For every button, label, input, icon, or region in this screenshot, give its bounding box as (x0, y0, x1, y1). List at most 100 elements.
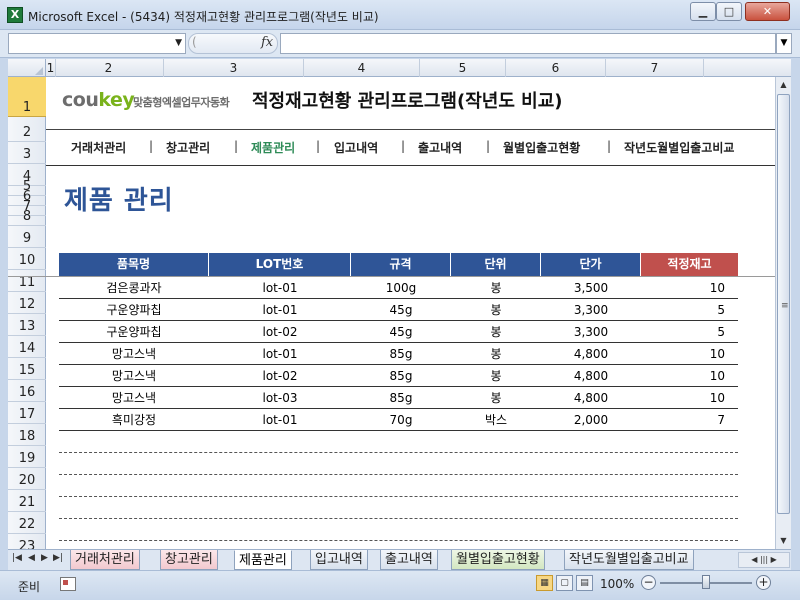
nav-item[interactable]: 제품관리 (251, 139, 295, 156)
table-cell[interactable]: 7 (641, 409, 738, 430)
table-cell[interactable]: 4,800 (541, 365, 641, 386)
column-header[interactable]: 3 (164, 59, 304, 77)
empty-table-row[interactable] (59, 475, 738, 497)
empty-table-row[interactable] (59, 453, 738, 475)
table-row[interactable]: 망고스낵 lot-02 85g 봉 4,800 10 (59, 365, 738, 387)
nav-item[interactable]: 월별입출고현황 (503, 139, 580, 156)
table-cell[interactable]: 검은콩과자 (59, 277, 209, 298)
table-cell[interactable]: 85g (351, 387, 451, 408)
table-cell[interactable]: 70g (351, 409, 451, 430)
row-header[interactable]: 17 (8, 402, 46, 424)
row-header[interactable]: 9 (8, 226, 46, 248)
insert-function-button[interactable]: fx (261, 35, 273, 50)
table-cell[interactable]: 2,000 (541, 409, 641, 430)
table-header-cell[interactable]: 단가 (541, 253, 641, 276)
empty-table-row[interactable] (59, 519, 738, 541)
sheet-tab[interactable]: 제품관리 (234, 550, 292, 570)
table-header-cell[interactable]: LOT번호 (209, 253, 351, 276)
nav-item[interactable]: 창고관리 (166, 139, 210, 156)
table-cell[interactable]: 봉 (451, 387, 541, 408)
scrollbar-thumb[interactable]: ≡ (777, 94, 790, 514)
table-cell[interactable]: 박스 (451, 409, 541, 430)
table-cell[interactable]: 망고스낵 (59, 387, 209, 408)
row-header[interactable]: 22 (8, 512, 46, 534)
minimize-button[interactable]: ▁ (690, 2, 716, 21)
nav-item[interactable]: 작년도월별입출고비교 (624, 139, 734, 156)
table-header-cell[interactable]: 적정재고 (641, 253, 738, 276)
macro-record-icon[interactable] (60, 577, 76, 591)
column-header[interactable]: 4 (304, 59, 420, 77)
row-header[interactable]: 12 (8, 292, 46, 314)
table-cell[interactable]: 구운양파칩 (59, 299, 209, 320)
next-sheet-icon[interactable]: ▶ (41, 553, 48, 563)
formula-input[interactable] (280, 33, 776, 54)
table-cell[interactable]: 5 (641, 299, 738, 320)
table-row[interactable]: 망고스낵 lot-01 85g 봉 4,800 10 (59, 343, 738, 365)
table-cell[interactable]: 구운양파칩 (59, 321, 209, 342)
zoom-out-button[interactable]: − (641, 575, 656, 590)
zoom-level[interactable]: 100% (600, 577, 634, 591)
table-cell[interactable]: 봉 (451, 299, 541, 320)
table-cell[interactable]: 봉 (451, 343, 541, 364)
row-header[interactable]: 8 (8, 209, 46, 226)
table-header-cell[interactable]: 단위 (451, 253, 541, 276)
zoom-slider-thumb[interactable] (702, 575, 710, 589)
excel-app-icon[interactable]: X (7, 7, 23, 23)
sheet-tab[interactable]: 입고내역 (310, 550, 368, 570)
table-cell[interactable]: 봉 (451, 365, 541, 386)
scroll-down-icon[interactable]: ▼ (776, 533, 791, 549)
chevron-down-icon[interactable]: ▼ (175, 38, 182, 48)
table-cell[interactable]: 4,800 (541, 343, 641, 364)
table-cell[interactable]: 망고스낵 (59, 365, 209, 386)
prev-sheet-icon[interactable]: ◀ (28, 553, 35, 563)
horizontal-scrollbar[interactable]: ◀ ||| ▶ (738, 552, 790, 568)
row-header[interactable]: 13 (8, 314, 46, 336)
table-cell[interactable]: 3,300 (541, 299, 641, 320)
table-cell[interactable]: 10 (641, 343, 738, 364)
nav-item[interactable]: 출고내역 (418, 139, 462, 156)
empty-table-row[interactable] (59, 541, 738, 549)
expand-formula-bar-button[interactable]: ▼ (776, 33, 792, 54)
table-row[interactable]: 구운양파칩 lot-01 45g 봉 3,300 5 (59, 299, 738, 321)
row-header[interactable]: 20 (8, 468, 46, 490)
table-cell[interactable]: lot-02 (209, 365, 351, 386)
sheet-tab[interactable]: 출고내역 (380, 550, 438, 570)
vertical-scrollbar[interactable]: ▲ ≡ ▼ (775, 77, 791, 549)
nav-item[interactable]: 입고내역 (334, 139, 378, 156)
table-cell[interactable]: 10 (641, 365, 738, 386)
table-cell[interactable]: lot-01 (209, 343, 351, 364)
row-header[interactable]: 2 (8, 117, 46, 142)
sheet-tab[interactable]: 작년도월별입출고비교 (564, 550, 694, 570)
zoom-in-button[interactable]: + (756, 575, 771, 590)
column-header[interactable]: 5 (420, 59, 506, 77)
cell-area[interactable]: coukey 맞춤형엑셀업무자동화 적정재고현황 관리프로그램(작년도 비교) … (8, 77, 791, 549)
table-cell[interactable]: 5 (641, 321, 738, 342)
collapse-icon[interactable]: ( (192, 35, 197, 49)
table-cell[interactable]: lot-01 (209, 409, 351, 430)
row-header[interactable]: 11 (8, 270, 46, 292)
table-cell[interactable]: lot-02 (209, 321, 351, 342)
table-cell[interactable]: 3,300 (541, 321, 641, 342)
table-row[interactable]: 검은콩과자 lot-01 100g 봉 3,500 10 (59, 277, 738, 299)
table-cell[interactable]: lot-01 (209, 277, 351, 298)
table-cell[interactable]: 45g (351, 299, 451, 320)
table-cell[interactable]: 봉 (451, 277, 541, 298)
table-header-cell[interactable]: 규격 (351, 253, 451, 276)
column-header[interactable]: 7 (606, 59, 704, 77)
table-cell[interactable]: lot-03 (209, 387, 351, 408)
page-break-view-icon[interactable]: ▤ (576, 575, 593, 591)
close-button[interactable]: ✕ (745, 2, 790, 21)
table-cell[interactable]: 3,500 (541, 277, 641, 298)
table-header-cell[interactable]: 품목명 (59, 253, 209, 276)
column-header[interactable]: 6 (506, 59, 606, 77)
maximize-button[interactable]: □ (716, 2, 742, 21)
table-cell[interactable]: 100g (351, 277, 451, 298)
row-header[interactable]: 1 (8, 77, 46, 117)
table-cell[interactable]: 흑미강정 (59, 409, 209, 430)
sheet-tab[interactable]: 월별입출고현황 (451, 550, 545, 570)
select-all-button[interactable] (8, 59, 46, 77)
table-cell[interactable]: 45g (351, 321, 451, 342)
column-header[interactable]: 2 (54, 59, 164, 77)
table-row[interactable]: 구운양파칩 lot-02 45g 봉 3,300 5 (59, 321, 738, 343)
table-cell[interactable]: 10 (641, 277, 738, 298)
